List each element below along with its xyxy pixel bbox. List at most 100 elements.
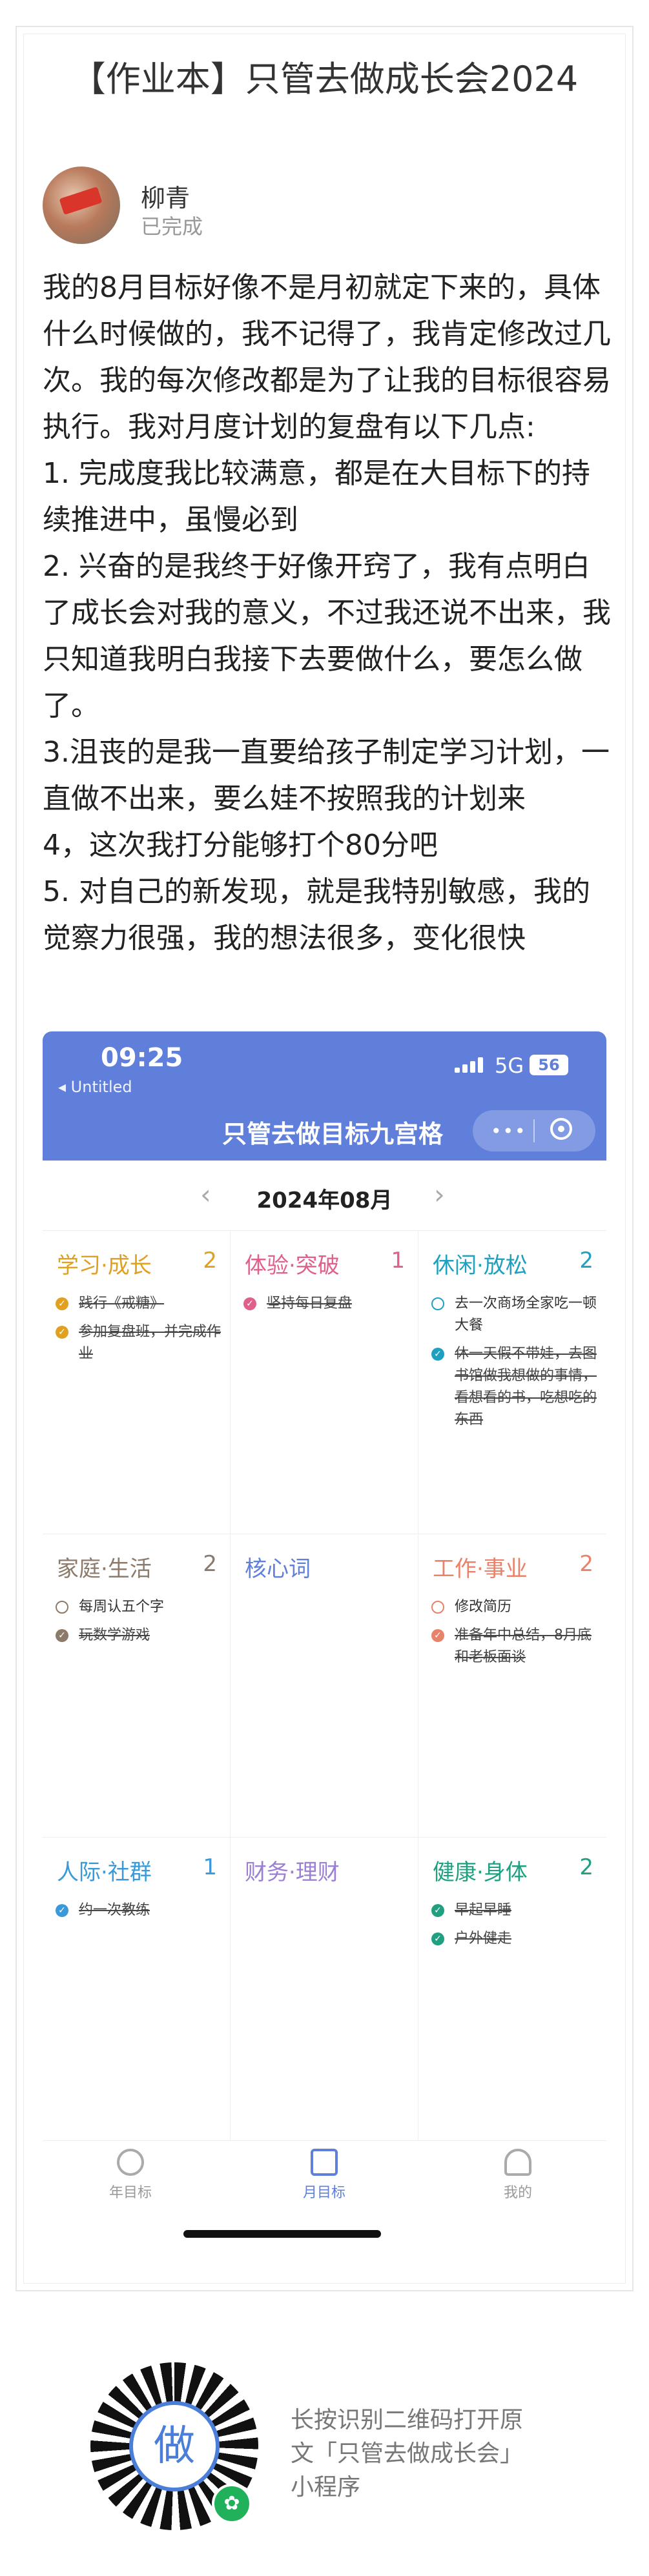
cell-title: 家庭·生活 bbox=[57, 1556, 152, 1582]
month-label: 2024年08月 bbox=[256, 1188, 393, 1213]
goal-cell[interactable]: 人际·社群 1 ✓ 约一次教练 bbox=[43, 1838, 231, 2141]
month-switcher: ‹ 2024年08月 › bbox=[43, 1172, 606, 1224]
goal-cell[interactable]: 财务·理财 bbox=[231, 1838, 418, 2141]
task-item[interactable]: ✓ 参加复盘班，并完成作业 bbox=[56, 1321, 225, 1365]
cell-title: 健康·身体 bbox=[433, 1860, 528, 1885]
body-paragraph: 3.沮丧的是我一直要给孩子制定学习计划，一直做不出来，要么娃不按照我的计划来 bbox=[43, 736, 610, 815]
task-list: 去一次商场全家吃一顿大餐 ✓ 休一天假不带娃，去图书馆做我想做的事情，看想看的书，吃… bbox=[431, 1293, 601, 1437]
cell-count: 1 bbox=[203, 1854, 217, 1880]
battery-icon: 56 bbox=[530, 1055, 568, 1075]
task-text: 参加复盘班，并完成作业 bbox=[79, 1324, 221, 1362]
next-month-chevron-icon[interactable]: › bbox=[434, 1179, 445, 1210]
task-list: ✓ 践行《戒糖》 ✓ 参加复盘班，并完成作业 bbox=[56, 1293, 225, 1372]
checked-circle-icon[interactable]: ✓ bbox=[56, 1904, 68, 1917]
tab-label: 年目标 bbox=[108, 2185, 152, 2201]
goal-cell[interactable]: 休闲·放松 2 去一次商场全家吃一顿大餐 ✓ 休一天假不带娃，去图书馆做我想做的事情，看… bbox=[418, 1231, 606, 1534]
doc-title: 【作业本】只管去做成长会2024 bbox=[70, 59, 579, 99]
tab-bar: 年目标 月目标 我的 bbox=[43, 2140, 606, 2212]
tab-calendar[interactable]: 月目标 bbox=[273, 2149, 376, 2202]
target-icon bbox=[117, 2149, 144, 2176]
goal-cell[interactable]: 核心词 bbox=[231, 1534, 418, 1838]
task-item[interactable]: ✓ 休一天假不带娃，去图书馆做我想做的事情，看想看的书，吃想吃的东西 bbox=[431, 1343, 601, 1431]
checked-circle-icon[interactable]: ✓ bbox=[56, 1297, 68, 1310]
checked-circle-icon[interactable]: ✓ bbox=[243, 1297, 256, 1310]
cell-title: 核心词 bbox=[245, 1556, 311, 1582]
body-paragraph: 5. 对自己的新发现，就是我特别敏感，我的觉察力很强，我的想法很多，变化很快 bbox=[43, 875, 590, 955]
task-item[interactable]: ✓ 坚持每日复盘 bbox=[243, 1293, 413, 1315]
empty-circle-icon[interactable] bbox=[56, 1601, 68, 1614]
task-list: ✓ 坚持每日复盘 bbox=[243, 1293, 413, 1321]
task-item[interactable]: 每周认五个字 bbox=[56, 1596, 225, 1618]
cell-title: 工作·事业 bbox=[433, 1556, 528, 1582]
cell-title: 体验·突破 bbox=[245, 1253, 340, 1279]
task-item[interactable]: ✓ 约一次教练 bbox=[56, 1900, 225, 1922]
task-item[interactable]: 修改简历 bbox=[431, 1596, 601, 1618]
goal-grid: 学习·成长 2 ✓ 践行《戒糖》 ✓ 参加复盘班，并完成作业 体验·突破 1 ✓ 坚持每日复盘 休闲… bbox=[43, 1230, 606, 2141]
task-item[interactable]: ✓ 户外健走 bbox=[431, 1928, 601, 1950]
qr-logo: 做 bbox=[129, 2401, 220, 2491]
goal-cell[interactable]: 家庭·生活 2 每周认五个字 ✓ 玩数学游戏 bbox=[43, 1534, 231, 1838]
home-indicator bbox=[183, 2230, 381, 2238]
app-header: 09:25 ◂ Untitled 5G 56 只管去做目标九宫格 ••• bbox=[43, 1031, 606, 1161]
article-body: 我的8月目标好像不是月初就定下来的，具体什么时候做的，我不记得了，我肯定修改过几… bbox=[43, 265, 611, 962]
tab-label: 我的 bbox=[503, 2185, 532, 2201]
body-paragraph: 2. 兴奋的是我终于好像开窍了，我有点明白了成长会对我的意义，不过我还说不出来，… bbox=[43, 550, 611, 722]
embedded-phone-screenshot: 09:25 ◂ Untitled 5G 56 只管去做目标九宫格 ••• ‹ 2… bbox=[43, 1031, 606, 2226]
tab-user[interactable]: 我的 bbox=[466, 2149, 570, 2202]
close-miniprogram-icon[interactable] bbox=[550, 1118, 572, 1140]
task-item[interactable]: ✓ 玩数学游戏 bbox=[56, 1625, 225, 1647]
task-text: 坚持每日复盘 bbox=[267, 1295, 353, 1312]
checked-circle-icon[interactable]: ✓ bbox=[431, 1904, 444, 1917]
task-item[interactable]: ✓ 准备年中总结，8月底和老板面谈 bbox=[431, 1625, 601, 1668]
capsule-divider bbox=[533, 1119, 535, 1142]
status-time: 09:25 bbox=[101, 1043, 183, 1073]
body-paragraph: 4，这次我打分能够打个80分吧 bbox=[43, 829, 438, 862]
task-text: 约一次教练 bbox=[79, 1902, 150, 1918]
task-list: ✓ 早起早睡 ✓ 户外健走 bbox=[431, 1900, 601, 1956]
goal-cell[interactable]: 学习·成长 2 ✓ 践行《戒糖》 ✓ 参加复盘班，并完成作业 bbox=[43, 1231, 231, 1534]
back-to-app-link[interactable]: ◂ Untitled bbox=[58, 1078, 132, 1096]
task-item[interactable]: ✓ 早起早睡 bbox=[431, 1900, 601, 1922]
cell-title: 学习·成长 bbox=[57, 1253, 152, 1279]
network-label: 5G bbox=[495, 1053, 524, 1078]
goal-cell[interactable]: 体验·突破 1 ✓ 坚持每日复盘 bbox=[231, 1231, 418, 1534]
checked-circle-icon[interactable]: ✓ bbox=[56, 1629, 68, 1642]
cell-count: 2 bbox=[579, 1854, 593, 1880]
avatar-flag-graphic bbox=[59, 187, 103, 215]
task-text: 准备年中总结，8月底和老板面谈 bbox=[455, 1627, 592, 1665]
author-name[interactable]: 柳青 bbox=[141, 178, 190, 214]
cell-title: 财务·理财 bbox=[245, 1860, 340, 1885]
miniprogram-badge-icon: ✿ bbox=[212, 2484, 252, 2524]
checked-circle-icon[interactable]: ✓ bbox=[431, 1348, 444, 1361]
checked-circle-icon[interactable]: ✓ bbox=[431, 1629, 444, 1642]
task-list: ✓ 约一次教练 bbox=[56, 1900, 225, 1928]
empty-circle-icon[interactable] bbox=[431, 1297, 444, 1310]
goal-cell[interactable]: 健康·身体 2 ✓ 早起早睡 ✓ 户外健走 bbox=[418, 1838, 606, 2141]
miniprogram-capsule: ••• bbox=[473, 1110, 595, 1151]
cell-title: 休闲·放松 bbox=[433, 1253, 528, 1279]
cell-count: 2 bbox=[579, 1551, 593, 1577]
empty-circle-icon[interactable] bbox=[431, 1601, 444, 1614]
cell-count: 1 bbox=[391, 1248, 405, 1273]
task-item[interactable]: ✓ 践行《戒糖》 bbox=[56, 1293, 225, 1315]
task-text: 户外健走 bbox=[455, 1931, 512, 1947]
task-text: 每周认五个字 bbox=[79, 1599, 165, 1615]
task-text: 休一天假不带娃，去图书馆做我想做的事情，看想看的书，吃想吃的东西 bbox=[455, 1346, 597, 1428]
qr-instruction-line: 文「只管去做成长会」 bbox=[291, 2440, 524, 2467]
task-item[interactable]: 去一次商场全家吃一顿大餐 bbox=[431, 1293, 601, 1337]
author-avatar[interactable] bbox=[43, 167, 120, 244]
task-list: 每周认五个字 ✓ 玩数学游戏 bbox=[56, 1596, 225, 1653]
task-text: 去一次商场全家吃一顿大餐 bbox=[455, 1295, 597, 1334]
checked-circle-icon[interactable]: ✓ bbox=[431, 1932, 444, 1945]
goal-cell[interactable]: 工作·事业 2 修改简历 ✓ 准备年中总结，8月底和老板面谈 bbox=[418, 1534, 606, 1838]
app-title: 只管去做目标九宫格 bbox=[221, 1120, 443, 1148]
task-text: 修改简历 bbox=[455, 1599, 512, 1615]
qr-code-icon[interactable]: 做 ✿ bbox=[90, 2362, 258, 2530]
task-text: 早起早睡 bbox=[455, 1902, 512, 1918]
signal-icon bbox=[455, 1057, 486, 1073]
more-menu-icon[interactable]: ••• bbox=[491, 1121, 527, 1142]
tab-target[interactable]: 年目标 bbox=[79, 2149, 182, 2202]
author-status: 已完成 bbox=[141, 214, 203, 239]
checked-circle-icon[interactable]: ✓ bbox=[56, 1326, 68, 1339]
calendar-icon bbox=[311, 2149, 338, 2176]
